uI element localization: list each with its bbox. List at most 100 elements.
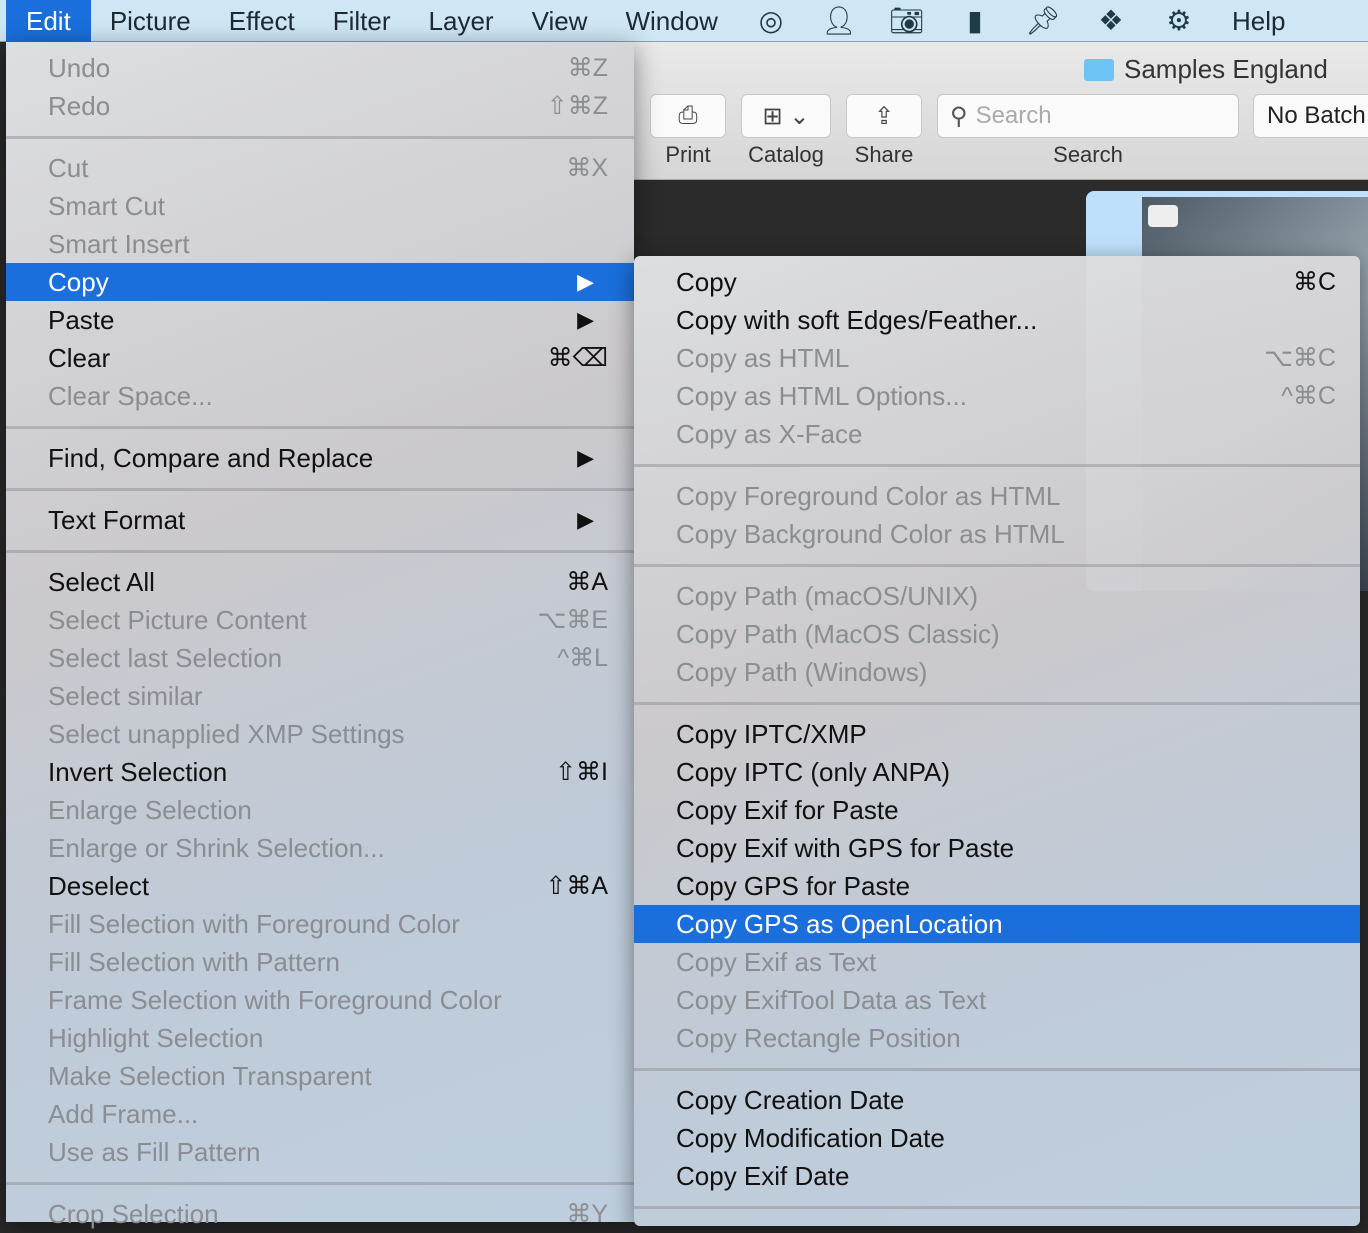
menu-item-label: Copy Background Color as HTML	[676, 518, 1065, 549]
search-input[interactable]: ⚲ Search	[937, 94, 1239, 138]
menu-item-highlight-selection[interactable]: Highlight Selection	[6, 1019, 634, 1057]
menu-item-crop-selection[interactable]: Crop Selection ⌘Y	[6, 1195, 634, 1233]
menu-item-copy-as-x-face[interactable]: Copy as X-Face	[634, 415, 1360, 453]
menu-item-copy-as-html-options[interactable]: Copy as HTML Options... ^⌘C	[634, 377, 1360, 415]
menu-item-paste[interactable]: Paste ▶	[6, 301, 634, 339]
menu-picture[interactable]: Picture	[91, 0, 210, 42]
camera-icon[interactable]: 📷︎	[873, 0, 941, 42]
menu-bar: Edit Picture Effect Filter Layer View Wi…	[0, 0, 1368, 42]
shortcut-label: ⌘A	[566, 568, 608, 596]
menu-item-copy-path-macos-classic[interactable]: Copy Path (MacOS Classic)	[634, 615, 1360, 653]
menu-item-clear[interactable]: Clear ⌘⌫	[6, 339, 634, 377]
shortcut-label: ^⌘C	[1281, 382, 1336, 410]
menu-separator	[6, 125, 634, 149]
menu-item-copy-modification-date[interactable]: Copy Modification Date	[634, 1119, 1360, 1157]
menu-item-invert-selection[interactable]: Invert Selection ⇧⌘I	[6, 753, 634, 791]
shortcut-label: ⇧⌘A	[545, 872, 608, 900]
search-icon: ⚲	[950, 102, 968, 130]
submenu-arrow-icon: ▶	[577, 445, 594, 470]
menu-item-find-compare-and-replace[interactable]: Find, Compare and Replace ▶	[6, 439, 634, 477]
menu-item-make-selection-transparent[interactable]: Make Selection Transparent	[6, 1057, 634, 1095]
catalog-button[interactable]: ⊞ ⌄	[741, 94, 831, 138]
menu-item-select-all[interactable]: Select All ⌘A	[6, 563, 634, 601]
separator-line	[634, 463, 1360, 467]
menu-item-select-unapplied-xmp-settings[interactable]: Select unapplied XMP Settings	[6, 715, 634, 753]
batch-select[interactable]: No Batch	[1253, 94, 1368, 138]
menu-item-undo[interactable]: Undo ⌘Z	[6, 49, 634, 87]
menu-item-use-as-fill-pattern[interactable]: Use as Fill Pattern	[6, 1133, 634, 1171]
menu-item-copy-foreground-color-as-html[interactable]: Copy Foreground Color as HTML	[634, 477, 1360, 515]
menu-item-copy-background-color-as-html[interactable]: Copy Background Color as HTML	[634, 515, 1360, 553]
menu-item-enlarge-or-shrink-selection[interactable]: Enlarge or Shrink Selection...	[6, 829, 634, 867]
menu-item-copy-exif-as-text[interactable]: Copy Exif as Text	[634, 943, 1360, 981]
menu-item-enlarge-selection[interactable]: Enlarge Selection	[6, 791, 634, 829]
menu-item-copy-exif-with-gps-for-paste[interactable]: Copy Exif with GPS for Paste	[634, 829, 1360, 867]
menu-item-label: Copy Path (macOS/UNIX)	[676, 580, 978, 611]
person-icon[interactable]: 👤︎	[805, 0, 873, 42]
menu-item-copy-as-html[interactable]: Copy as HTML ⌥⌘C	[634, 339, 1360, 377]
share-button[interactable]: ⇪	[846, 94, 922, 138]
clipboard-icon[interactable]: ▮	[941, 0, 1009, 42]
menu-item-deselect[interactable]: Deselect ⇧⌘A	[6, 867, 634, 905]
shortcut-label: ⌥⌘E	[537, 606, 608, 634]
menu-item-copy-exif-date[interactable]: Copy Exif Date	[634, 1157, 1360, 1195]
menu-item-copy[interactable]: Copy ▶	[6, 263, 634, 301]
shortcut-label: ⌘C	[1292, 268, 1336, 296]
menu-layer[interactable]: Layer	[410, 0, 513, 42]
menu-item-fill-selection-with-pattern[interactable]: Fill Selection with Pattern	[6, 943, 634, 981]
separator-line	[634, 563, 1360, 567]
menu-item-label: Clear	[48, 342, 111, 373]
menu-item-copy-iptc-xmp[interactable]: Copy IPTC/XMP	[634, 715, 1360, 753]
target-icon[interactable]: ◎	[737, 0, 805, 42]
menu-separator	[6, 539, 634, 563]
menu-item-text-format[interactable]: Text Format ▶	[6, 501, 634, 539]
menu-item-clear-space[interactable]: Clear Space...	[6, 377, 634, 415]
menu-item-copy-exif-for-paste[interactable]: Copy Exif for Paste	[634, 791, 1360, 829]
shortcut-label: ^⌘L	[557, 644, 608, 672]
menu-item-label: Copy Exif Date	[676, 1160, 850, 1191]
menu-item-label: Find, Compare and Replace	[48, 442, 374, 473]
menu-item-copy-creation-date[interactable]: Copy Creation Date	[634, 1081, 1360, 1119]
menu-item-copy-gps-for-paste[interactable]: Copy GPS for Paste	[634, 867, 1360, 905]
menu-item-smart-insert[interactable]: Smart Insert	[6, 225, 634, 263]
print-label: Print	[665, 142, 711, 167]
menu-item-add-frame[interactable]: Add Frame...	[6, 1095, 634, 1133]
menu-item-copy-rectangle-position[interactable]: Copy Rectangle Position	[634, 1019, 1360, 1057]
menu-item-label: Smart Insert	[48, 228, 190, 259]
menu-item-label: Fill Selection with Foreground Color	[48, 908, 460, 939]
menu-item-label: Add Frame...	[48, 1098, 199, 1129]
menu-effect[interactable]: Effect	[210, 0, 314, 42]
menu-item-redo[interactable]: Redo ⇧⌘Z	[6, 87, 634, 125]
menu-view[interactable]: View	[513, 0, 607, 42]
menu-item-select-picture-content[interactable]: Select Picture Content ⌥⌘E	[6, 601, 634, 639]
separator-line	[6, 425, 634, 429]
menu-separator	[634, 691, 1360, 715]
grid-icon: ⊞ ⌄	[762, 102, 810, 130]
menu-item-copy-exiftool-data-as-text[interactable]: Copy ExifTool Data as Text	[634, 981, 1360, 1019]
scroll-icon[interactable]: ❖	[1077, 0, 1145, 42]
print-button[interactable]: ⎙	[650, 94, 726, 138]
menu-item-copy-with-soft-edges-feather[interactable]: Copy with soft Edges/Feather...	[634, 301, 1360, 339]
menu-item-select-similar[interactable]: Select similar	[6, 677, 634, 715]
menu-item-label: Text Format	[48, 504, 186, 535]
menu-item-label: Smart Cut	[48, 190, 166, 221]
menu-filter[interactable]: Filter	[314, 0, 410, 42]
menu-item-fill-selection-with-foreground-color[interactable]: Fill Selection with Foreground Color	[6, 905, 634, 943]
menu-item-smart-cut[interactable]: Smart Cut	[6, 187, 634, 225]
menu-item-cut[interactable]: Cut ⌘X	[6, 149, 634, 187]
menu-item-copy-path-macos-unix[interactable]: Copy Path (macOS/UNIX)	[634, 577, 1360, 615]
menu-item-copy-gps-as-openlocation[interactable]: Copy GPS as OpenLocation	[634, 905, 1360, 943]
menu-item-frame-selection-with-foreground-color[interactable]: Frame Selection with Foreground Color	[6, 981, 634, 1019]
menu-item-label: Clear Space...	[48, 380, 213, 411]
menu-edit[interactable]: Edit	[6, 0, 91, 42]
menu-item-copy-iptc-only-anpa[interactable]: Copy IPTC (only ANPA)	[634, 753, 1360, 791]
pin-icon[interactable]: 📌︎	[1009, 0, 1077, 42]
menu-item-select-last-selection[interactable]: Select last Selection ^⌘L	[6, 639, 634, 677]
menu-window[interactable]: Window	[606, 0, 736, 42]
shortcut-label: ⌘Z	[567, 54, 608, 82]
menu-item-copy-path-windows[interactable]: Copy Path (Windows)	[634, 653, 1360, 691]
gear-icon[interactable]: ⚙	[1145, 0, 1213, 42]
menu-help[interactable]: Help	[1213, 0, 1304, 42]
menu-item-copy[interactable]: Copy ⌘C	[634, 263, 1360, 301]
menu-separator	[6, 477, 634, 501]
